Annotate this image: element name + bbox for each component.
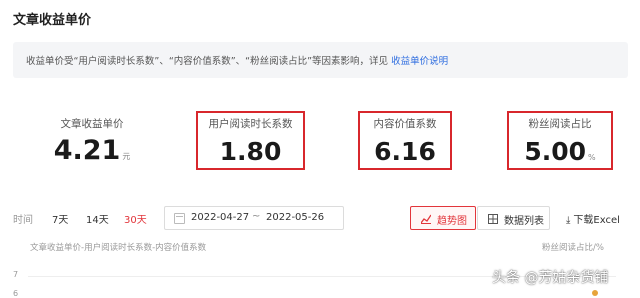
- watermark: 头条 @芳姑杂货铺: [492, 270, 609, 286]
- metric-value: 5.00%: [524, 137, 596, 166]
- range-30-days[interactable]: 30天: [124, 211, 147, 226]
- end-date[interactable]: 2022-05-26: [266, 212, 324, 223]
- earnings-explanation-link[interactable]: 收益单价说明: [391, 56, 448, 67]
- trend-chart-button[interactable]: 趋势图: [410, 206, 476, 230]
- metric-fan-read-ratio: 粉丝阅读占比 5.00%: [507, 111, 613, 170]
- chart-legend: 文章收益单价-用户阅读时长系数-内容价值系数: [30, 243, 207, 253]
- metric-value: 1.80: [219, 137, 282, 166]
- page-title: 文章收益单价: [13, 13, 92, 28]
- metric-content-value-coefficient: 内容价值系数 6.16: [358, 111, 452, 170]
- metric-unit: 元: [122, 152, 131, 161]
- trend-icon: [420, 214, 432, 227]
- range-14-days[interactable]: 14天: [86, 211, 109, 226]
- date-separator: ~: [252, 211, 261, 222]
- metric-value: 4.21 元: [53, 135, 131, 166]
- table-icon: [488, 214, 498, 227]
- filter-bar: 时间 7天 14天 30天 2022-04-27 ~ 2022-05-26 趋势…: [0, 206, 640, 232]
- right-axis-label: 粉丝阅读占比/%: [542, 243, 604, 253]
- download-label: 下载Excel: [573, 215, 620, 226]
- metric-read-duration-coefficient: 用户阅读时长系数 1.80: [196, 111, 305, 170]
- info-notice: 收益单价受“用户阅读时长系数”、“内容价值系数”、“粉丝阅读占比”等因素影响，详…: [13, 42, 628, 78]
- metric-label: 粉丝阅读占比: [528, 118, 592, 130]
- data-list-button[interactable]: 数据列表: [477, 206, 550, 230]
- data-list-label: 数据列表: [504, 216, 544, 227]
- start-date[interactable]: 2022-04-27: [191, 212, 249, 223]
- date-range-picker[interactable]: 2022-04-27 ~ 2022-05-26: [164, 206, 344, 230]
- calendar-icon: [174, 213, 185, 224]
- time-label: 时间: [13, 215, 33, 226]
- metric-unit: %: [588, 153, 596, 162]
- download-excel-link[interactable]: ⤓ 下载Excel: [566, 211, 620, 226]
- y-tick: 6: [13, 289, 19, 298]
- range-7-days[interactable]: 7天: [52, 211, 68, 226]
- metric-label: 内容价值系数: [373, 118, 437, 130]
- metric-label: 文章收益单价: [60, 118, 124, 130]
- notice-text: 收益单价受“用户阅读时长系数”、“内容价值系数”、“粉丝阅读占比”等因素影响，详…: [26, 53, 448, 67]
- y-tick: 7: [13, 270, 19, 279]
- trend-chart-label: 趋势图: [437, 216, 467, 227]
- metric-value: 6.16: [374, 137, 436, 166]
- notice-body: 收益单价受“用户阅读时长系数”、“内容价值系数”、“粉丝阅读占比”等因素影响，详…: [26, 56, 389, 67]
- download-icon: ⤓: [566, 215, 571, 226]
- watermark-dot: [592, 290, 598, 296]
- metric-unit-price: 文章收益单价 4.21 元: [46, 114, 138, 170]
- metric-label: 用户阅读时长系数: [208, 118, 293, 130]
